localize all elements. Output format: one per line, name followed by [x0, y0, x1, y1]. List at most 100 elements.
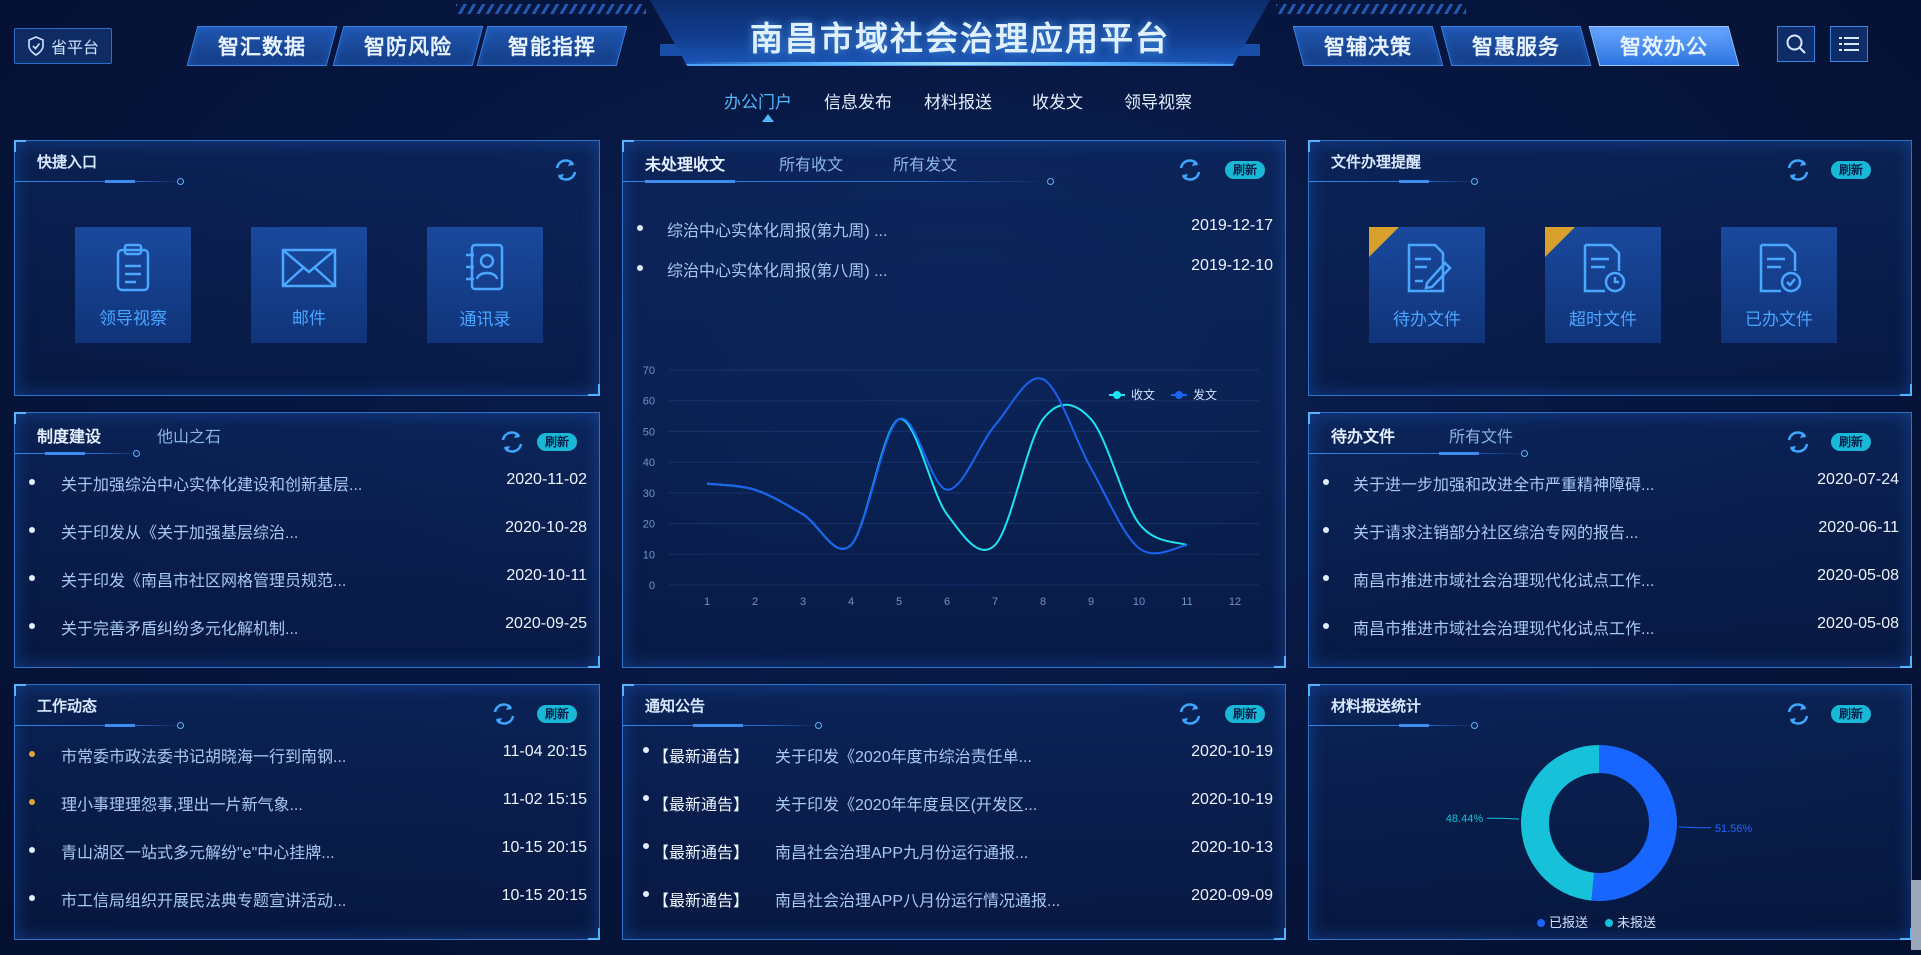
tab-all-incoming[interactable]: 所有收文 [779, 151, 843, 175]
tab-system-building[interactable]: 制度建设 [37, 423, 101, 447]
list-item[interactable]: 关于加强综治中心实体化建设和创新基层... 2020-11-02 [15, 471, 599, 495]
list-item[interactable]: 理小事理理怨事,理出一片新气象... 11-02 15:15 [15, 791, 599, 815]
nav-decision-support[interactable]: 智辅决策 [1292, 26, 1444, 66]
pending-docs-tile[interactable]: 待办文件 [1369, 227, 1485, 343]
overdue-docs-tile[interactable]: 超时文件 [1545, 227, 1661, 343]
y-tick-label: 60 [643, 396, 655, 408]
refresh-icon[interactable] [551, 155, 581, 185]
refresh-icon[interactable] [497, 427, 527, 457]
x-tick-label: 1 [704, 596, 710, 608]
refresh-icon[interactable] [1175, 699, 1205, 729]
list-item[interactable]: 综治中心实体化周报(第九周) ... 2019-12-17 [623, 217, 1285, 241]
menu-button[interactable] [1830, 26, 1868, 62]
list-item[interactable]: 【最新通告】 关于印发《2020年年度县区(开发区... 2020-10-19 [623, 791, 1285, 815]
subnav-info-publish[interactable]: 信息发布 [824, 88, 892, 113]
item-title: 市常委市政法委书记胡晓海一行到南钢... [61, 749, 347, 766]
search-icon [1786, 34, 1806, 54]
list-item[interactable]: 【最新通告】 关于印发《2020年度市综治责任单... 2020-10-19 [623, 743, 1285, 767]
refresh-badge[interactable]: 刷新 [1225, 161, 1266, 179]
refresh-badge[interactable]: 刷新 [1831, 161, 1872, 179]
tab-unprocessed-incoming[interactable]: 未处理收文 [645, 151, 725, 175]
x-tick-label: 3 [800, 596, 806, 608]
header-decoration-right [1276, 4, 1466, 14]
nav-smart-command[interactable]: 智能指挥 [476, 26, 628, 66]
nav-label: 智防风险 [364, 36, 452, 59]
nav-risk-prevention[interactable]: 智防风险 [332, 26, 484, 66]
donut-slice-unsubmitted [1520, 745, 1599, 901]
refresh-badge[interactable]: 刷新 [1831, 433, 1872, 451]
system-building-panel: 制度建设 他山之石 刷新 关于加强综治中心实体化建设和创新基层... 2020-1… [14, 412, 600, 668]
refresh-badge[interactable]: 刷新 [1831, 705, 1872, 723]
list-item[interactable]: 青山湖区一站式多元解纷"e"中心挂牌... 10-15 20:15 [15, 839, 599, 863]
list-item[interactable]: 市工信局组织开展民法典专题宣讲活动... 10-15 20:15 [15, 887, 599, 911]
panel-title-underline [15, 450, 140, 457]
item-title: 关于印发从《关于加强基层综治... [61, 525, 299, 542]
x-tick-label: 2 [752, 596, 758, 608]
province-platform-button[interactable]: 省平台 [14, 28, 112, 64]
item-date: 2020-10-28 [505, 519, 587, 536]
list-item[interactable]: 关于完善矛盾纠纷多元化解机制... 2020-09-25 [15, 615, 599, 639]
quick-entry-leader-inspection[interactable]: 领导视察 [75, 227, 191, 343]
page-scrollbar[interactable] [1911, 880, 1921, 950]
list-item[interactable]: 关于印发从《关于加强基层综治... 2020-10-28 [15, 519, 599, 543]
list-bullet [637, 265, 643, 271]
item-title: 南昌市推进市域社会治理现代化试点工作... [1353, 621, 1655, 638]
item-date: 11-02 15:15 [502, 791, 587, 808]
quick-entry-contacts[interactable]: 通讯录 [427, 227, 543, 343]
legend-marker [1605, 919, 1613, 927]
tab-all-outgoing[interactable]: 所有发文 [893, 151, 957, 175]
check-document-icon [1759, 243, 1802, 292]
item-date: 2020-05-08 [1817, 567, 1899, 584]
tab-other-examples[interactable]: 他山之石 [157, 423, 221, 447]
list-item[interactable]: 南昌市推进市域社会治理现代化试点工作... 2020-05-08 [1309, 567, 1911, 591]
refresh-icon[interactable] [1175, 155, 1205, 185]
x-tick-label: 9 [1088, 596, 1094, 608]
subnav-office-portal[interactable]: 办公门户 [724, 88, 792, 113]
notice-tag: 【最新通告】 [653, 797, 750, 814]
search-button[interactable] [1777, 26, 1815, 62]
list-item[interactable]: 市常委市政法委书记胡晓海一行到南钢... 11-04 20:15 [15, 743, 599, 767]
tab-pending-docs[interactable]: 待办文件 [1331, 423, 1395, 447]
item-date: 2020-09-25 [505, 615, 587, 632]
panel-title: 工作动态 [37, 698, 98, 715]
refresh-badge[interactable]: 刷新 [1225, 705, 1266, 723]
y-tick-label: 30 [643, 488, 655, 500]
refresh-icon[interactable] [489, 699, 519, 729]
refresh-icon[interactable] [1783, 427, 1813, 457]
active-indicator-caret [762, 114, 774, 122]
nav-smart-office[interactable]: 智效办公 [1588, 26, 1740, 66]
doc-reminder-panel: 文件办理提醒 刷新 待办文件 超时文件 已办文件 [1308, 140, 1912, 396]
list-bullet [29, 847, 35, 853]
tab-all-docs[interactable]: 所有文件 [1449, 423, 1513, 447]
list-item[interactable]: 关于请求注销部分社区综治专网的报告... 2020-06-11 [1309, 519, 1911, 543]
refresh-badge[interactable]: 刷新 [537, 433, 578, 451]
x-tick-label: 12 [1229, 596, 1241, 608]
subnav-leader-inspection[interactable]: 领导视察 [1124, 88, 1192, 113]
clock-document-icon [1583, 243, 1626, 292]
list-item[interactable]: 关于进一步加强和改进全市严重精神障碍... 2020-07-24 [1309, 471, 1911, 495]
subnav-send-receive[interactable]: 收发文 [1032, 88, 1083, 113]
list-item[interactable]: 南昌市推进市域社会治理现代化试点工作... 2020-05-08 [1309, 615, 1911, 639]
refresh-icon[interactable] [1783, 155, 1813, 185]
title-banner-glow [680, 62, 1240, 65]
list-item[interactable]: 【最新通告】 南昌社会治理APP八月份运行情况通报... 2020-09-09 [623, 887, 1285, 911]
item-date: 2019-12-17 [1191, 217, 1273, 234]
subnav-material-submit[interactable]: 材料报送 [924, 88, 992, 113]
item-title: 关于印发《2020年度市综治责任单... [775, 749, 1032, 766]
tile-label: 已办文件 [1745, 309, 1813, 329]
nav-smart-data[interactable]: 智汇数据 [186, 26, 338, 66]
submission-donut-chart: 51.56% 48.44% 已报送 未报送 [1446, 745, 1752, 930]
list-item[interactable]: 【最新通告】 南昌社会治理APP九月份运行通报... 2020-10-13 [623, 839, 1285, 863]
completed-docs-tile[interactable]: 已办文件 [1721, 227, 1837, 343]
nav-smart-service[interactable]: 智惠服务 [1440, 26, 1592, 66]
x-tick-label: 4 [848, 596, 854, 608]
envelope-icon [281, 248, 337, 287]
legend-label: 已报送 [1549, 915, 1588, 930]
list-item[interactable]: 综治中心实体化周报(第八周) ... 2019-12-10 [623, 257, 1285, 281]
notice-tag: 【最新通告】 [653, 845, 750, 862]
list-bullet [29, 895, 35, 901]
list-item[interactable]: 关于印发《南昌市社区网格管理员规范... 2020-10-11 [15, 567, 599, 591]
refresh-badge[interactable]: 刷新 [537, 705, 578, 723]
list-bullet [29, 799, 35, 805]
quick-entry-mail[interactable]: 邮件 [251, 227, 367, 343]
